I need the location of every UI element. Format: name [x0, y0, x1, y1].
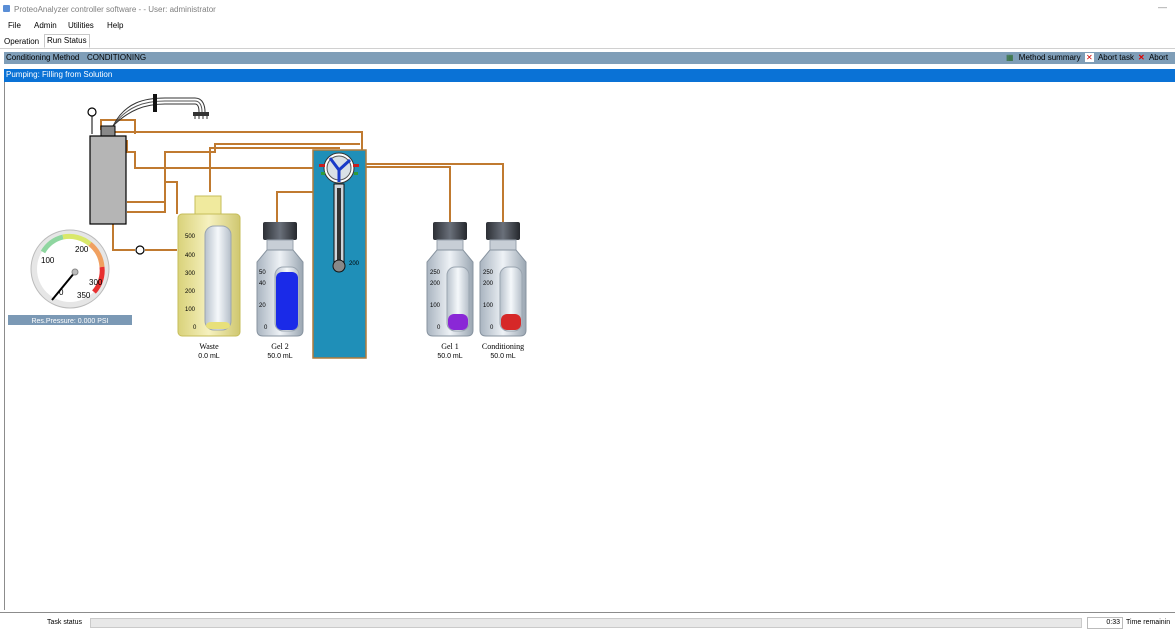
abort-task-button[interactable]: ✕ Abort task: [1085, 53, 1134, 62]
svg-text:100: 100: [483, 303, 494, 309]
waste-name: Waste: [199, 342, 219, 351]
menu-utilities[interactable]: Utilities: [68, 21, 94, 30]
svg-text:200: 200: [185, 289, 196, 295]
gel1-container[interactable]: 250 200 100 0 Gel 1 50.0 mL: [426, 222, 474, 360]
svg-text:100: 100: [185, 307, 196, 313]
method-summary-button[interactable]: ▦ Method summary: [1006, 53, 1081, 62]
gel2-volume: 50.0 mL: [267, 353, 292, 360]
gauge-tick-100: 100: [41, 256, 55, 265]
method-value: CONDITIONING: [87, 53, 147, 62]
pressure-readout: Res.Pressure: 0.000 PSI: [31, 318, 108, 325]
abort-icon: ✕: [1138, 53, 1145, 62]
svg-text:500: 500: [185, 234, 196, 240]
task-status-label: Task status: [47, 619, 83, 626]
abort-task-icon: ✕: [1085, 53, 1094, 62]
tab-operation[interactable]: Operation: [2, 36, 41, 48]
menu-admin[interactable]: Admin: [34, 21, 57, 30]
time-remaining-value: 0:33: [1087, 617, 1123, 629]
pump-status-text: Pumping: Filling from Solution: [6, 70, 113, 79]
system-diagram-canvas: 0 100 200 300 350 Res.Pressure: 0.000 PS…: [4, 82, 1175, 610]
svg-text:200: 200: [483, 281, 494, 287]
svg-text:20: 20: [259, 303, 266, 309]
status-bar: Task status 0:33 Time remainin: [0, 612, 1175, 631]
time-remaining-label: Time remainin: [1126, 619, 1171, 626]
menu-bar: File Admin Utilities Help: [0, 18, 1175, 33]
conditioning-container[interactable]: 250 200 100 0 Conditioning 50.0 mL: [479, 222, 527, 360]
svg-text:50: 50: [259, 270, 266, 276]
window-title: ProteoAnalyzer controller software - - U…: [14, 5, 216, 14]
gauge-tick-350: 350: [77, 291, 91, 300]
tab-strip: Operation Run Status: [0, 33, 1175, 49]
svg-text:250: 250: [430, 270, 441, 276]
method-bar: Conditioning Method CONDITIONING ▦ Metho…: [4, 52, 1175, 64]
gel1-name: Gel 1: [441, 342, 459, 351]
conditioning-volume: 50.0 mL: [490, 353, 515, 360]
pump-status-bar: Pumping: Filling from Solution: [4, 69, 1175, 82]
gel2-name: Gel 2: [271, 342, 289, 351]
svg-text:300: 300: [185, 271, 196, 277]
conditioning-name: Conditioning: [482, 342, 524, 351]
title-bar: ProteoAnalyzer controller software - - U…: [0, 0, 1175, 18]
summary-icon: ▦: [1006, 53, 1014, 62]
minimize-button[interactable]: —: [1158, 2, 1167, 12]
waste-volume: 0.0 mL: [198, 353, 220, 360]
fluidics-diagram: 0 100 200 300 350 Res.Pressure: 0.000 PS…: [8, 94, 527, 360]
syringe-scale-label: 200: [349, 261, 360, 267]
pump-reservoir: [89, 125, 145, 255]
menu-help[interactable]: Help: [107, 21, 123, 30]
svg-text:200: 200: [430, 281, 441, 287]
menu-file[interactable]: File: [8, 21, 21, 30]
svg-text:100: 100: [430, 303, 441, 309]
tab-run-status[interactable]: Run Status: [44, 34, 90, 48]
app-icon: [3, 5, 10, 12]
task-progress-bar: [90, 618, 1082, 628]
gel1-volume: 50.0 mL: [437, 353, 462, 360]
gauge-tick-300: 300: [89, 278, 103, 287]
method-label: Conditioning Method: [6, 53, 80, 62]
waste-container[interactable]: 500 400 300 200 100 0 Waste 0.0 mL: [177, 195, 241, 360]
valve-panel: 200: [312, 149, 367, 359]
svg-text:400: 400: [185, 253, 196, 259]
svg-text:40: 40: [259, 281, 266, 287]
gauge-tick-200: 200: [75, 245, 89, 254]
abort-button[interactable]: ✕ Abort: [1138, 53, 1168, 62]
svg-text:250: 250: [483, 270, 494, 276]
gel2-container[interactable]: 50 40 20 0 Gel 2 50.0 mL: [256, 222, 304, 360]
